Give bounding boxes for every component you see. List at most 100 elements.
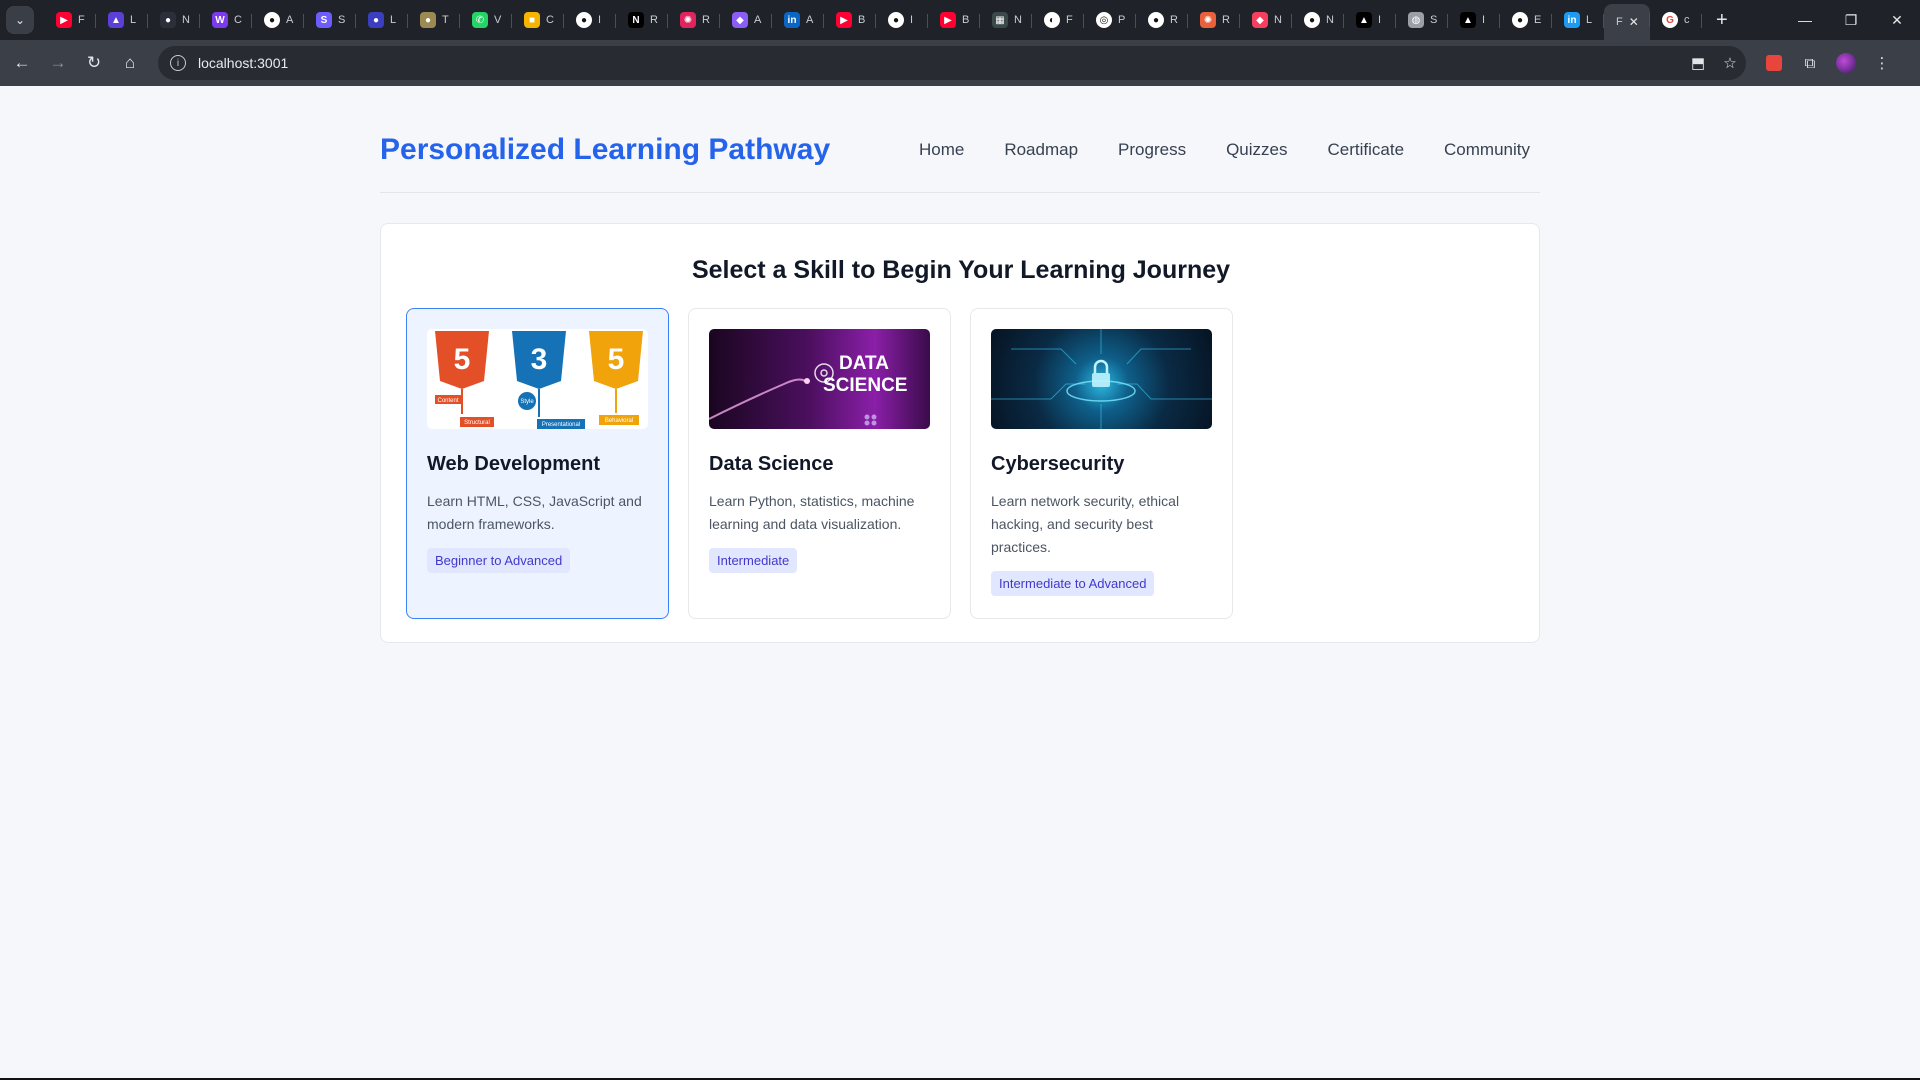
tab-title: P <box>1118 14 1126 26</box>
skill-description: Learn HTML, CSS, JavaScript and modern f… <box>427 493 642 532</box>
site-info-icon[interactable]: i <box>170 55 186 71</box>
browser-tab[interactable]: ● I <box>564 5 616 35</box>
extension-red-icon[interactable] <box>1756 45 1792 81</box>
browser-tab[interactable]: ● A <box>252 5 304 35</box>
tab-title: A <box>286 14 294 26</box>
reload-icon[interactable]: ↻ <box>76 45 112 81</box>
browser-tab[interactable]: ◐ F <box>1032 5 1084 35</box>
browser-tab[interactable]: ▶ B <box>824 5 876 35</box>
minimize-icon[interactable]: — <box>1782 0 1828 40</box>
tab-favicon-icon: ● <box>1512 12 1528 28</box>
nav-progress[interactable]: Progress <box>1118 140 1186 160</box>
skill-card-web-development[interactable]: 5 Content Structural 3 Style Presentatio… <box>406 308 669 619</box>
behavioral-label: Behavioral <box>605 418 633 424</box>
tab-title: I <box>910 14 914 26</box>
browser-tab[interactable]: ▦ N <box>980 5 1032 35</box>
nav-roadmap[interactable]: Roadmap <box>1004 140 1078 160</box>
tab-title: N <box>1274 14 1282 26</box>
close-tab-icon[interactable]: ✕ <box>1629 15 1639 29</box>
browser-tab[interactable]: NR <box>616 5 668 35</box>
window-controls: — ❐ ✕ <box>1782 0 1920 40</box>
svg-text:3: 3 <box>531 343 548 376</box>
tab-title: I <box>598 14 602 26</box>
nav-home[interactable]: Home <box>919 140 964 160</box>
tab-favicon-icon: ▶ <box>56 12 72 28</box>
last-tab-title: c <box>1684 14 1690 26</box>
bookmark-star-icon[interactable]: ☆ <box>1714 54 1746 72</box>
browser-tab[interactable]: ◆ N <box>1240 5 1292 35</box>
google-favicon-icon: G <box>1662 12 1678 28</box>
nav-community[interactable]: Community <box>1444 140 1530 160</box>
tab-search-chevron-icon[interactable]: ⌄ <box>6 6 34 34</box>
profile-avatar[interactable] <box>1828 45 1864 81</box>
nav-quizzes[interactable]: Quizzes <box>1226 140 1287 160</box>
browser-tab[interactable]: ▲ I <box>1448 5 1500 35</box>
browser-tab[interactable]: in A <box>772 5 824 35</box>
site-header: Personalized Learning Pathway Home Roadm… <box>380 86 1540 193</box>
browser-tab[interactable]: ◆ A <box>720 5 772 35</box>
browser-tab[interactable]: WC <box>200 5 252 35</box>
brand-title[interactable]: Personalized Learning Pathway <box>380 133 830 167</box>
tab-title: C <box>234 14 242 26</box>
tab-favicon-icon: ■ <box>524 12 540 28</box>
tab-title: T <box>442 14 449 26</box>
browser-tab[interactable]: in L <box>1552 5 1604 35</box>
style-label: Style <box>520 399 534 405</box>
tab-favicon-icon: ▲ <box>108 12 124 28</box>
tab-title: R <box>1170 14 1178 26</box>
url-text[interactable]: localhost:3001 <box>198 55 1682 71</box>
skill-card-data-science[interactable]: DATA SCIENCE Data Science Learn Python, … <box>688 308 951 619</box>
tab-title: S <box>1430 14 1438 26</box>
tab-title: B <box>962 14 970 26</box>
browser-tab[interactable]: ■ C <box>512 5 564 35</box>
browser-tab[interactable]: ● N <box>148 5 200 35</box>
level-badge: Beginner to Advanced <box>427 548 571 573</box>
browser-tab[interactable]: ● E <box>1500 5 1552 35</box>
home-icon[interactable]: ⌂ <box>112 45 148 81</box>
browser-tab[interactable]: ✆ V <box>460 5 512 35</box>
browser-tab[interactable]: ✺ R <box>668 5 720 35</box>
tab-favicon-icon: ◎ <box>1096 12 1112 28</box>
browser-tab[interactable]: ● N <box>1292 5 1344 35</box>
last-tab[interactable]: G c <box>1650 5 1702 35</box>
browser-tab[interactable]: ● I <box>876 5 928 35</box>
tab-favicon-icon: ▲ <box>1356 12 1372 28</box>
structural-label: Structural <box>464 420 490 426</box>
browser-tab[interactable]: ✺ R <box>1188 5 1240 35</box>
install-app-icon[interactable]: ⬒ <box>1682 54 1714 72</box>
page: Personalized Learning Pathway Home Roadm… <box>0 86 1920 1078</box>
nav-certificate[interactable]: Certificate <box>1328 140 1405 160</box>
browser-tab[interactable]: SS <box>304 5 356 35</box>
skill-description: Learn network security, ethical hacking,… <box>991 493 1180 555</box>
browser-tab[interactable]: ▲ I <box>1344 5 1396 35</box>
new-tab-plus-icon[interactable]: + <box>1716 9 1728 32</box>
active-tab[interactable]: F ✕ <box>1604 4 1650 40</box>
browser-tab[interactable]: ● T <box>408 5 460 35</box>
tab-favicon-icon: ◆ <box>1252 12 1268 28</box>
browser-tab[interactable]: ● R <box>1136 5 1188 35</box>
address-bar[interactable]: i localhost:3001 ⬒ ☆ <box>158 46 1746 80</box>
browser-tab-strip: ⌄ ▶ F ▲ L ● N W C ● A S S ● L ● T ✆ V ■ C ● I N R ✺ R ◆ Ain A ▶ B ● I ▶ B ▦… <box>0 0 1920 40</box>
forward-arrow-icon[interactable]: → <box>40 45 76 81</box>
tab-favicon-icon: ▲ <box>1460 12 1476 28</box>
browser-tab[interactable]: ▶ B <box>928 5 980 35</box>
back-arrow-icon[interactable]: ← <box>4 45 40 81</box>
browser-tab[interactable]: ◎ P <box>1084 5 1136 35</box>
menu-kebab-icon[interactable]: ⋮ <box>1864 45 1900 81</box>
tab-title: B <box>858 14 866 26</box>
window-close-icon[interactable]: ✕ <box>1874 0 1920 40</box>
tab-title: E <box>1534 14 1542 26</box>
tab-title: N <box>1014 14 1022 26</box>
browser-tab[interactable]: ▲ L <box>96 5 148 35</box>
browser-tab[interactable]: ● L <box>356 5 408 35</box>
extensions-puzzle-icon[interactable]: ⧉ <box>1792 45 1828 81</box>
tab-title: N <box>1326 14 1334 26</box>
data-word: DATA <box>839 353 889 374</box>
restore-icon[interactable]: ❐ <box>1828 0 1874 40</box>
skill-card-cybersecurity[interactable]: Cybersecurity Learn network security, et… <box>970 308 1233 619</box>
cybersecurity-image <box>991 329 1212 429</box>
level-badge: Intermediate to Advanced <box>991 571 1155 596</box>
browser-tab[interactable]: ▶ F <box>44 5 96 35</box>
browser-tab[interactable]: ◍ S <box>1396 5 1448 35</box>
tab-title: L <box>130 14 137 26</box>
